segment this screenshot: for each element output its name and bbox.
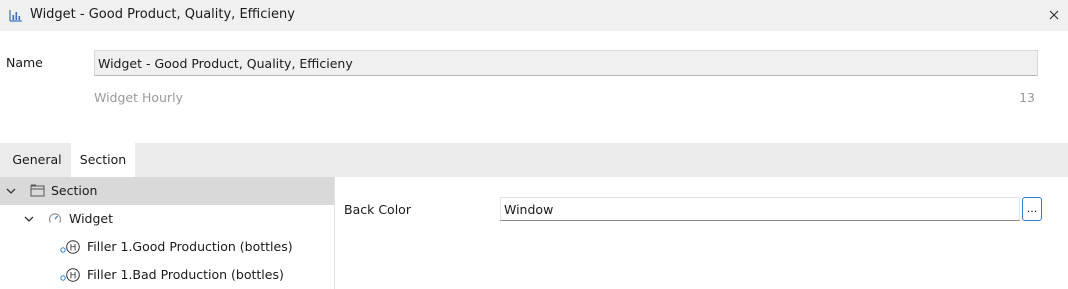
- chevron-down-icon[interactable]: [24, 215, 34, 223]
- tree-item-label: Section: [51, 183, 98, 198]
- name-field[interactable]: [94, 50, 1038, 76]
- chevron-down-icon[interactable]: [6, 187, 16, 195]
- tree-item-widget[interactable]: Widget: [0, 205, 334, 233]
- tab-general[interactable]: General: [4, 143, 70, 177]
- tab-bar: General Section: [0, 143, 1068, 177]
- subtitle-text: Widget Hourly: [94, 90, 183, 105]
- svg-text:H: H: [70, 244, 77, 254]
- tree-item-tag[interactable]: H Filler 1.Good Production (bottles): [0, 233, 334, 261]
- svg-text:H: H: [70, 272, 77, 282]
- item-count: 13: [1019, 90, 1035, 105]
- historian-tag-icon: H: [60, 240, 80, 254]
- close-icon: [1049, 10, 1059, 20]
- tree-item-tag[interactable]: H Filler 1.Bad Production (bottles): [0, 261, 334, 289]
- browse-color-button[interactable]: ...: [1022, 197, 1042, 221]
- bar-chart-icon: [9, 10, 22, 22]
- tree-item-label: Filler 1.Bad Production (bottles): [87, 267, 284, 282]
- historian-tag-icon: H: [60, 268, 80, 282]
- tab-section[interactable]: Section: [71, 143, 135, 177]
- tree-item-section[interactable]: Section: [0, 177, 334, 205]
- title-bar: Widget - Good Product, Quality, Efficien…: [0, 0, 1068, 31]
- section-folder-icon: [30, 184, 45, 197]
- tree-item-label: Widget: [69, 211, 114, 226]
- back-color-field[interactable]: [500, 197, 1020, 221]
- name-label: Name: [6, 55, 43, 70]
- section-tree: Section Widget H Filler 1.Good Productio…: [0, 177, 335, 289]
- back-color-label: Back Color: [344, 202, 411, 217]
- window-title: Widget - Good Product, Quality, Efficien…: [30, 7, 295, 22]
- close-button[interactable]: [1044, 5, 1064, 25]
- gauge-icon: [48, 213, 62, 223]
- tree-item-label: Filler 1.Good Production (bottles): [87, 239, 293, 254]
